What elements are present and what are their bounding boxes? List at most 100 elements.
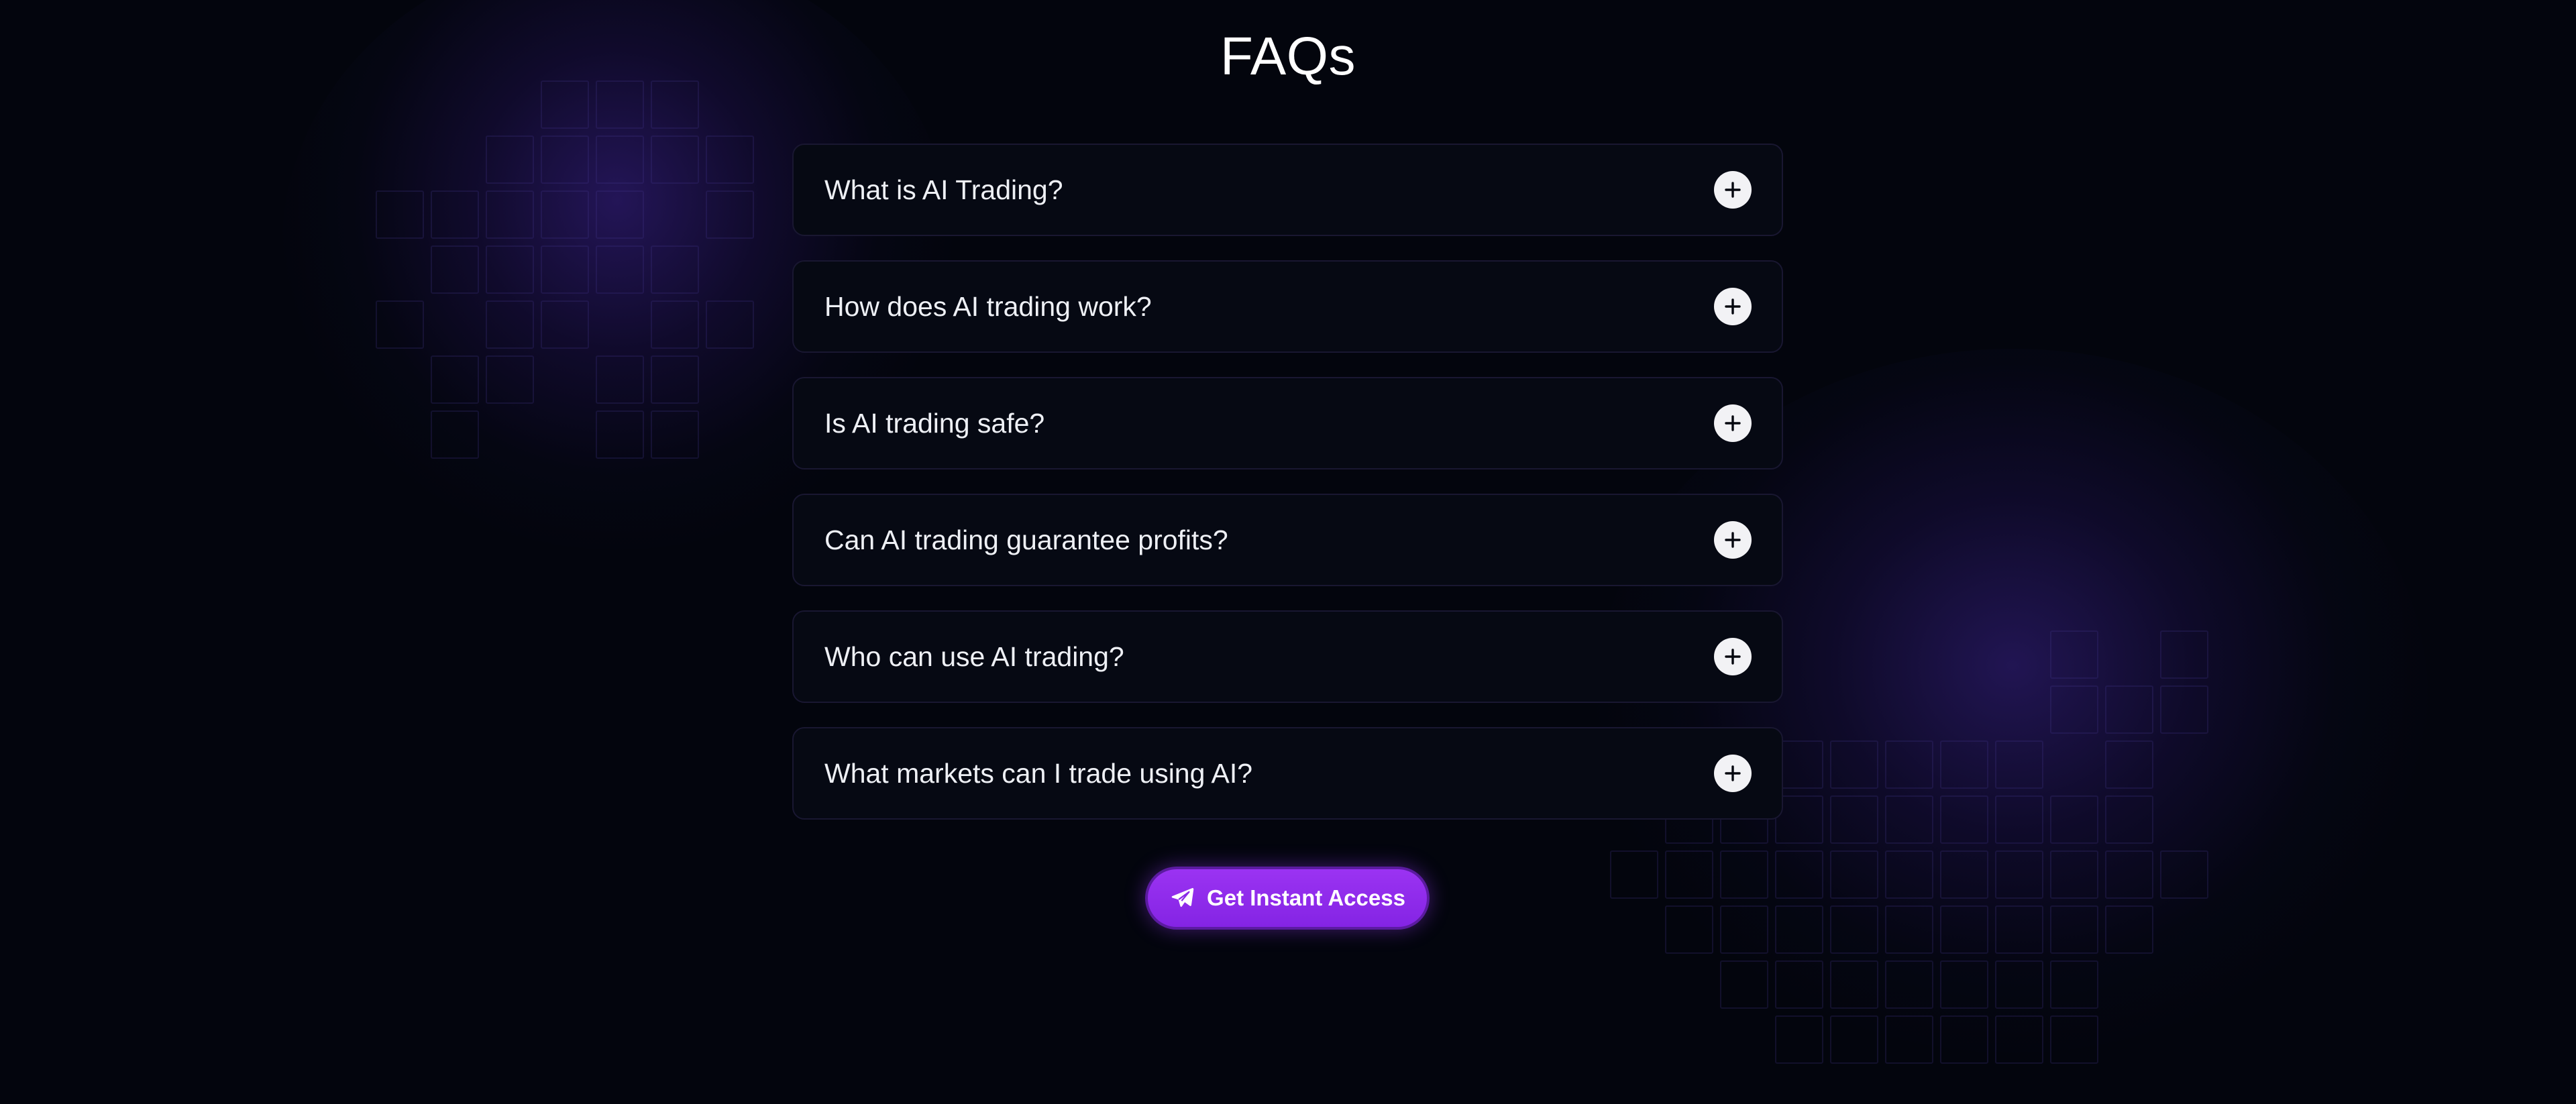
- background-grid-square: [486, 355, 534, 404]
- background-grid-square: [651, 245, 699, 294]
- background-grid-square: [1775, 850, 1823, 899]
- background-grid-square: [1665, 850, 1713, 899]
- background-grid-square: [431, 190, 479, 239]
- background-grid-square: [596, 135, 644, 184]
- background-grid-square: [1720, 960, 1768, 1009]
- background-grid-square: [596, 355, 644, 404]
- background-grid-square: [541, 245, 589, 294]
- background-grid-square: [2050, 685, 2098, 734]
- background-grid-square: [2160, 850, 2208, 899]
- plus-icon: [1725, 182, 1741, 198]
- background-grid-square: [1775, 905, 1823, 954]
- background-grid-square: [486, 245, 534, 294]
- expand-button[interactable]: [1714, 288, 1752, 325]
- plus-icon: [1725, 298, 1741, 315]
- background-grid-square: [596, 410, 644, 459]
- background-grid-square: [431, 245, 479, 294]
- faq-question: Who can use AI trading?: [824, 641, 1124, 672]
- expand-button[interactable]: [1714, 638, 1752, 675]
- background-grid-square: [596, 190, 644, 239]
- background-grid-square: [1995, 850, 2043, 899]
- plus-icon: [1725, 765, 1741, 781]
- background-grid-square: [596, 245, 644, 294]
- background-grid-square: [1720, 850, 1768, 899]
- background-grid-square: [1940, 905, 1988, 954]
- background-grid-square: [1885, 795, 1933, 844]
- faq-question: Can AI trading guarantee profits?: [824, 525, 1228, 555]
- background-grid-square: [1940, 740, 1988, 789]
- faq-item[interactable]: Who can use AI trading?: [792, 610, 1783, 703]
- background-grid-square: [1720, 905, 1768, 954]
- background-grid-left: [376, 80, 754, 510]
- background-grid-square: [1995, 740, 2043, 789]
- faq-accordion: What is AI Trading? How does AI trading …: [792, 144, 1783, 844]
- background-grid-square: [2050, 795, 2098, 844]
- background-grid-square: [2050, 630, 2098, 679]
- background-grid-square: [1885, 740, 1933, 789]
- background-grid-square: [651, 135, 699, 184]
- background-grid-square: [2105, 685, 2153, 734]
- plus-icon: [1725, 649, 1741, 665]
- background-grid-square: [1775, 960, 1823, 1009]
- expand-button[interactable]: [1714, 404, 1752, 442]
- background-grid-square: [1830, 1015, 1878, 1064]
- background-grid-square: [1830, 905, 1878, 954]
- background-grid-square: [1665, 905, 1713, 954]
- background-grid-square: [1995, 1015, 2043, 1064]
- background-grid-square: [1940, 1015, 1988, 1064]
- background-grid-square: [1995, 795, 2043, 844]
- background-grid-square: [541, 190, 589, 239]
- background-grid-square: [651, 410, 699, 459]
- background-grid-square: [541, 135, 589, 184]
- expand-button[interactable]: [1714, 171, 1752, 209]
- background-grid-square: [431, 355, 479, 404]
- faq-item[interactable]: Can AI trading guarantee profits?: [792, 494, 1783, 586]
- background-grid-square: [486, 190, 534, 239]
- background-grid-square: [1995, 960, 2043, 1009]
- background-grid-square: [1885, 960, 1933, 1009]
- faq-item[interactable]: Is AI trading safe?: [792, 377, 1783, 470]
- background-grid-square: [651, 300, 699, 349]
- background-grid-square: [1885, 850, 1933, 899]
- background-grid-square: [1830, 795, 1878, 844]
- background-grid-square: [2105, 740, 2153, 789]
- background-grid-square: [2050, 850, 2098, 899]
- plus-icon: [1725, 415, 1741, 431]
- background-grid-square: [2160, 630, 2208, 679]
- background-grid-square: [1940, 960, 1988, 1009]
- faq-question: Is AI trading safe?: [824, 408, 1045, 439]
- background-grid-square: [2160, 685, 2208, 734]
- background-grid-square: [651, 355, 699, 404]
- background-grid-square: [1995, 905, 2043, 954]
- background-grid-square: [2050, 960, 2098, 1009]
- background-grid-square: [1775, 1015, 1823, 1064]
- expand-button[interactable]: [1714, 521, 1752, 559]
- background-grid-square: [431, 410, 479, 459]
- background-grid-square: [1940, 795, 1988, 844]
- plus-icon: [1725, 532, 1741, 548]
- background-grid-square: [1885, 905, 1933, 954]
- background-grid-square: [1885, 1015, 1933, 1064]
- background-grid-square: [541, 300, 589, 349]
- paper-plane-icon: [1169, 885, 1195, 911]
- get-instant-access-button[interactable]: Get Instant Access: [1145, 867, 1430, 930]
- expand-button[interactable]: [1714, 755, 1752, 792]
- faq-item[interactable]: What is AI Trading?: [792, 144, 1783, 236]
- faq-item[interactable]: What markets can I trade using AI?: [792, 727, 1783, 820]
- faq-item[interactable]: How does AI trading work?: [792, 260, 1783, 353]
- background-grid-square: [1830, 740, 1878, 789]
- faq-question: How does AI trading work?: [824, 291, 1152, 322]
- page-title: FAQs: [1220, 26, 1356, 86]
- background-grid-square: [2105, 850, 2153, 899]
- background-grid-square: [1830, 850, 1878, 899]
- background-grid-square: [376, 190, 424, 239]
- background-grid-square: [1610, 850, 1658, 899]
- background-grid-square: [486, 135, 534, 184]
- background-grid-square: [2105, 795, 2153, 844]
- background-grid-square: [1940, 850, 1988, 899]
- background-grid-square: [1830, 960, 1878, 1009]
- background-grid-square: [706, 135, 754, 184]
- background-grid-square: [706, 300, 754, 349]
- background-grid-square: [486, 300, 534, 349]
- background-grid-square: [2050, 905, 2098, 954]
